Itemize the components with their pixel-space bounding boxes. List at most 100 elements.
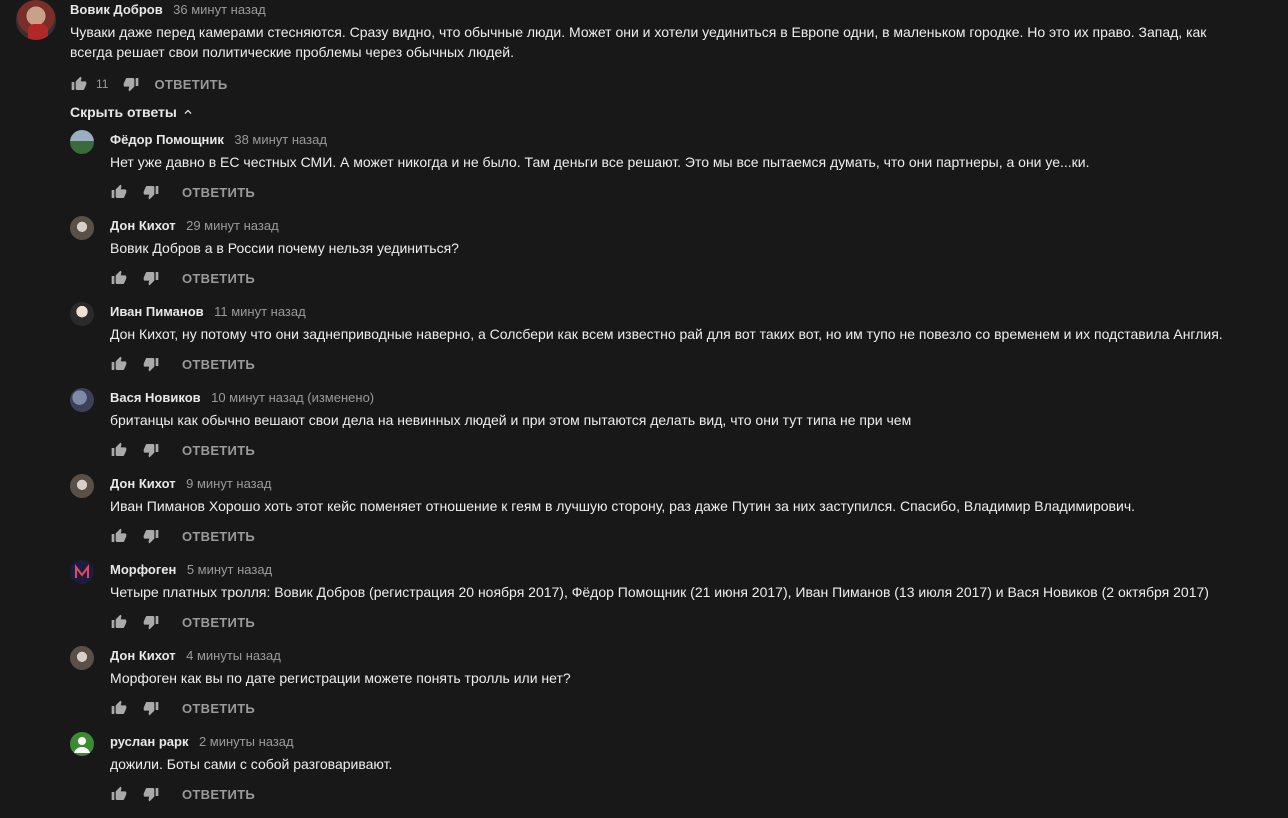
monogram-m-icon	[75, 564, 89, 578]
comment-text: британцы как обычно вешают свои дела на …	[110, 412, 912, 428]
reply-body: Морфоген 5 минут назад Четыре платных тр…	[110, 560, 1280, 634]
comment-time[interactable]: 38 минут назад	[234, 132, 327, 147]
comment-time[interactable]: 4 минуты назад	[186, 648, 281, 663]
comment-author[interactable]: Морфоген	[110, 562, 176, 577]
avatar[interactable]	[70, 474, 94, 498]
comment-thread: Вовик Добров 36 минут назад Чуваки даже …	[0, 0, 1288, 812]
chevron-up-icon	[184, 109, 192, 114]
reply-body: Дон Кихот 9 минут назад Иван Пиманов Хор…	[110, 474, 1280, 548]
thumb-up-icon[interactable]	[110, 355, 128, 373]
comment-author[interactable]: Дон Кихот	[110, 648, 176, 663]
avatar[interactable]	[70, 388, 94, 412]
comment-actions: ОТВЕТИТЬ	[110, 266, 1280, 290]
hide-replies-button[interactable]: Скрыть ответы	[70, 102, 195, 122]
thumb-up-icon[interactable]	[70, 75, 88, 93]
comment-author[interactable]: Вася Новиков	[110, 390, 201, 405]
comment-author[interactable]: Вовик Добров	[70, 2, 163, 17]
thumb-up-icon[interactable]	[110, 269, 128, 287]
comment-text: Нет уже давно в ЕС честных СМИ. А может …	[110, 154, 1090, 170]
avatar[interactable]	[70, 560, 94, 584]
thumb-up-icon[interactable]	[110, 441, 128, 459]
comment-time[interactable]: 2 минуты назад	[199, 734, 294, 749]
default-user-icon	[74, 737, 90, 753]
avatar[interactable]	[70, 732, 94, 756]
like-count: 11	[96, 77, 109, 91]
reply-item: Вася Новиков 10 минут назад (изменено) б…	[70, 388, 1280, 474]
thumb-down-icon[interactable]	[142, 183, 160, 201]
reply-button[interactable]: ОТВЕТИТЬ	[182, 443, 255, 458]
reply-button[interactable]: ОТВЕТИТЬ	[182, 615, 255, 630]
reply-item: Дон Кихот 4 минуты назад Морфоген как вы…	[70, 646, 1280, 732]
avatar[interactable]	[70, 130, 94, 154]
thumb-down-icon[interactable]	[142, 613, 160, 631]
reply-button[interactable]: ОТВЕТИТЬ	[182, 529, 255, 544]
comment-text: Вовик Добров а в России почему нельзя уе…	[110, 240, 459, 256]
comment-time[interactable]: 10 минут назад (изменено)	[211, 390, 374, 405]
reply-item: Дон Кихот 9 минут назад Иван Пиманов Хор…	[70, 474, 1280, 560]
reply-body: руслан рарк 2 минуты назад дожили. Боты …	[110, 732, 1280, 806]
comment-time[interactable]: 11 минут назад	[214, 304, 306, 319]
comment-meta: Дон Кихот 29 минут назад	[110, 216, 1280, 236]
thumb-down-icon[interactable]	[142, 785, 160, 803]
comment-text: дожили. Боты сами с собой разговаривают.	[110, 756, 393, 772]
reply-button[interactable]: ОТВЕТИТЬ	[182, 185, 255, 200]
comment-author[interactable]: Иван Пиманов	[110, 304, 204, 319]
comment-time[interactable]: 9 минут назад	[186, 476, 271, 491]
comment-actions: ОТВЕТИТЬ	[110, 352, 1280, 376]
comment-meta: Дон Кихот 4 минуты назад	[110, 646, 1280, 666]
thumb-down-icon[interactable]	[142, 355, 160, 373]
thumb-up-icon[interactable]	[110, 183, 128, 201]
comment-author[interactable]: Дон Кихот	[110, 476, 176, 491]
comment-meta: Фёдор Помощник 38 минут назад	[110, 130, 1280, 150]
reply-button[interactable]: ОТВЕТИТЬ	[182, 787, 255, 802]
reply-item: Морфоген 5 минут назад Четыре платных тр…	[70, 560, 1280, 646]
comment-text: Четыре платных тролля: Вовик Добров (рег…	[110, 584, 1209, 600]
thumb-down-icon[interactable]	[142, 269, 160, 287]
comment-actions: ОТВЕТИТЬ	[110, 610, 1280, 634]
comment-meta: Дон Кихот 9 минут назад	[110, 474, 1280, 494]
thumb-up-icon[interactable]	[110, 613, 128, 631]
avatar[interactable]	[16, 0, 56, 40]
reply-item: Дон Кихот 29 минут назад Вовик Добров а …	[70, 216, 1280, 302]
reply-body: Вася Новиков 10 минут назад (изменено) б…	[110, 388, 1280, 462]
reply-button[interactable]: ОТВЕТИТЬ	[182, 357, 255, 372]
comment-meta: Вовик Добров 36 минут назад	[70, 0, 1270, 20]
thumb-down-icon[interactable]	[122, 75, 140, 93]
comment-author[interactable]: Дон Кихот	[110, 218, 176, 233]
comment-actions: ОТВЕТИТЬ	[110, 782, 1280, 806]
comment-time[interactable]: 36 минут назад	[173, 2, 266, 17]
reply-button[interactable]: ОТВЕТИТЬ	[182, 271, 255, 286]
thumb-down-icon[interactable]	[142, 441, 160, 459]
comment-author[interactable]: руслан рарк	[110, 734, 188, 749]
avatar[interactable]	[70, 646, 94, 670]
comment-actions: ОТВЕТИТЬ	[110, 696, 1280, 720]
avatar[interactable]	[70, 302, 94, 326]
comment-author[interactable]: Фёдор Помощник	[110, 132, 224, 147]
reply-item: руслан рарк 2 минуты назад дожили. Боты …	[70, 732, 1280, 818]
comment-meta: Морфоген 5 минут назад	[110, 560, 1280, 580]
comment-time[interactable]: 5 минут назад	[187, 562, 272, 577]
comment-time[interactable]: 29 минут назад	[186, 218, 279, 233]
comment-text: Морфоген как вы по дате регистрации може…	[110, 670, 571, 686]
thumb-up-icon[interactable]	[110, 527, 128, 545]
reply-button[interactable]: ОТВЕТИТЬ	[154, 77, 227, 92]
thumb-up-icon[interactable]	[110, 699, 128, 717]
comment-meta: Иван Пиманов 11 минут назад	[110, 302, 1280, 322]
avatar[interactable]	[70, 216, 94, 240]
top-comment: Вовик Добров 36 минут назад Чуваки даже …	[70, 0, 1270, 96]
thumb-up-icon[interactable]	[110, 785, 128, 803]
reply-body: Фёдор Помощник 38 минут назад Нет уже да…	[110, 130, 1280, 204]
reply-button[interactable]: ОТВЕТИТЬ	[182, 701, 255, 716]
comment-actions: ОТВЕТИТЬ	[110, 438, 1280, 462]
comment-text: Чуваки даже перед камерами стесняются. С…	[70, 24, 1207, 60]
hide-replies-label: Скрыть ответы	[70, 104, 177, 120]
comment-text: Дон Кихот, ну потому что они заднепривод…	[110, 326, 1223, 342]
comment-meta: руслан рарк 2 минуты назад	[110, 732, 1280, 752]
comment-actions: ОТВЕТИТЬ	[110, 180, 1280, 204]
reply-item: Иван Пиманов 11 минут назад Дон Кихот, н…	[70, 302, 1280, 388]
thumb-down-icon[interactable]	[142, 527, 160, 545]
reply-body: Дон Кихот 4 минуты назад Морфоген как вы…	[110, 646, 1280, 720]
comment-actions: 11 ОТВЕТИТЬ	[70, 72, 1270, 96]
thumb-down-icon[interactable]	[142, 699, 160, 717]
reply-body: Дон Кихот 29 минут назад Вовик Добров а …	[110, 216, 1280, 290]
